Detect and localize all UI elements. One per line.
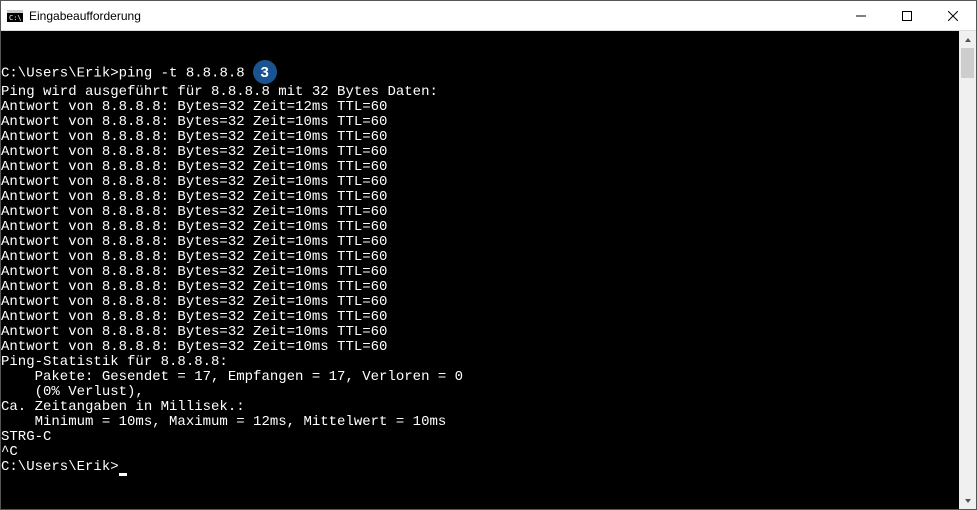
prompt-text: C:\Users\Erik> [1,66,119,82]
scroll-thumb[interactable] [961,48,974,78]
prompt-line: C:\Users\Erik> [1,460,959,475]
console-area: C:\Users\Erik>ping -t 8.8.8.83Ping wird … [1,31,976,509]
ping-stats: (0% Verlust), [1,385,959,400]
svg-text:C:\: C:\ [9,14,22,22]
ping-reply: Antwort von 8.8.8.8: Bytes=32 Zeit=10ms … [1,175,959,190]
prompt-line: C:\Users\Erik>ping -t 8.8.8.8 3 [1,61,959,85]
ping-reply: Antwort von 8.8.8.8: Bytes=32 Zeit=12ms … [1,100,959,115]
command-text: ping -t 8.8.8.8 [119,66,245,82]
ping-reply: Antwort von 8.8.8.8: Bytes=32 Zeit=10ms … [1,280,959,295]
ping-reply: Antwort von 8.8.8.8: Bytes=32 Zeit=10ms … [1,325,959,340]
ping-stats: Minimum = 10ms, Maximum = 12ms, Mittelwe… [1,415,959,430]
ping-reply: Antwort von 8.8.8.8: Bytes=32 Zeit=10ms … [1,130,959,145]
scroll-up-button[interactable] [959,31,976,48]
scroll-down-button[interactable] [959,492,976,509]
window-title: Eingabeaufforderung [29,9,838,23]
ping-reply: Antwort von 8.8.8.8: Bytes=32 Zeit=10ms … [1,250,959,265]
ping-reply: Antwort von 8.8.8.8: Bytes=32 Zeit=10ms … [1,190,959,205]
ping-reply: Antwort von 8.8.8.8: Bytes=32 Zeit=10ms … [1,205,959,220]
maximize-button[interactable] [884,1,930,31]
ping-reply: Antwort von 8.8.8.8: Bytes=32 Zeit=10ms … [1,265,959,280]
caret-c-line: ^C [1,445,959,460]
prompt-text: C:\Users\Erik> [1,459,119,475]
annotation-badge: 3 [253,60,277,84]
ping-reply: Antwort von 8.8.8.8: Bytes=32 Zeit=10ms … [1,295,959,310]
close-button[interactable] [930,1,976,31]
cmd-icon: C:\ [7,8,23,24]
minimize-button[interactable] [838,1,884,31]
ping-stats: Ca. Zeitangaben in Millisek.: [1,400,959,415]
ping-reply: Antwort von 8.8.8.8: Bytes=32 Zeit=10ms … [1,115,959,130]
titlebar[interactable]: C:\ Eingabeaufforderung [1,1,976,31]
ping-reply: Antwort von 8.8.8.8: Bytes=32 Zeit=10ms … [1,340,959,355]
ping-reply: Antwort von 8.8.8.8: Bytes=32 Zeit=10ms … [1,145,959,160]
vertical-scrollbar[interactable] [959,31,976,509]
ping-reply: Antwort von 8.8.8.8: Bytes=32 Zeit=10ms … [1,160,959,175]
scroll-track[interactable] [959,48,976,492]
ctrl-c-line: STRG-C [1,430,959,445]
ping-stats: Ping-Statistik für 8.8.8.8: [1,355,959,370]
ping-reply: Antwort von 8.8.8.8: Bytes=32 Zeit=10ms … [1,310,959,325]
text-cursor [119,473,127,476]
cmd-window: C:\ Eingabeaufforderung C:\Users\Erik>pi… [0,0,977,510]
ping-stats: Pakete: Gesendet = 17, Empfangen = 17, V… [1,370,959,385]
ping-reply: Antwort von 8.8.8.8: Bytes=32 Zeit=10ms … [1,220,959,235]
ping-reply: Antwort von 8.8.8.8: Bytes=32 Zeit=10ms … [1,235,959,250]
console-output[interactable]: C:\Users\Erik>ping -t 8.8.8.83Ping wird … [1,31,959,509]
ping-header: Ping wird ausgeführt für 8.8.8.8 mit 32 … [1,85,959,100]
